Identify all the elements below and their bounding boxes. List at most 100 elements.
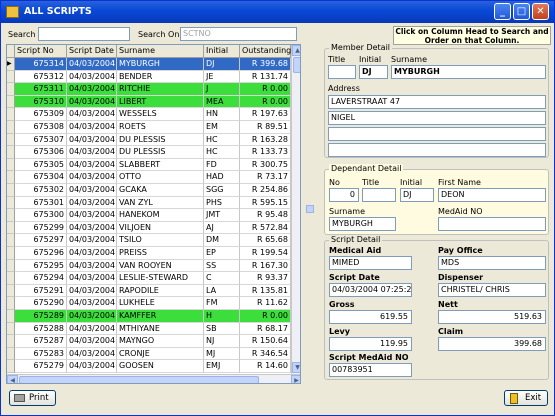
dependant-title-field[interactable] [362, 188, 396, 202]
cell-initial: NJ [204, 335, 240, 348]
member-surname-field[interactable]: MYBURGH [391, 65, 546, 79]
row-indicator[interactable] [7, 221, 15, 235]
table-row[interactable]: 675307 04/03/2004 DU PLESSIS HC R 163.28 [7, 133, 291, 147]
splitter-handle[interactable] [306, 205, 314, 213]
claim-field[interactable]: 399.68 [438, 337, 546, 351]
row-indicator[interactable] [7, 95, 15, 109]
address-line-1[interactable]: LAVERSTRAAT 47 [328, 95, 546, 109]
table-row[interactable]: 675299 04/03/2004 VILJOEN AJ R 572.84 [7, 221, 291, 235]
row-indicator[interactable] [7, 108, 15, 121]
dependant-medaid-field[interactable] [438, 217, 546, 231]
row-indicator[interactable] [7, 121, 15, 134]
member-title-field[interactable] [328, 65, 356, 79]
scroll-right-icon[interactable]: ▶ [291, 375, 300, 383]
table-row[interactable]: 675283 04/03/2004 CRONJE MJ R 346.54 [7, 347, 291, 361]
table-row[interactable]: 675308 04/03/2004 ROETS EM R 89.51 [7, 121, 291, 134]
cell-initial: AJ [204, 221, 240, 235]
table-row[interactable]: 675291 04/03/2004 RAPODILE LA R 135.81 [7, 284, 291, 298]
script-medaid-no-field[interactable]: 00783951 [329, 363, 412, 377]
dependant-surname-field[interactable]: MYBURGH [329, 217, 396, 231]
maximize-button[interactable]: □ [513, 3, 530, 20]
row-indicator[interactable] [7, 133, 15, 147]
row-indicator[interactable] [7, 272, 15, 285]
gross-field[interactable]: 619.55 [329, 310, 412, 324]
dependant-no-field[interactable]: 0 [329, 188, 359, 202]
table-row[interactable]: 675306 04/03/2004 DU PLESSIS HC R 133.73 [7, 146, 291, 159]
table-row[interactable]: 675295 04/03/2004 VAN ROOYEN SS R 167.30 [7, 259, 291, 273]
medical-aid-field[interactable]: MIMED [329, 256, 412, 270]
row-indicator[interactable] [7, 234, 15, 247]
search-input[interactable] [38, 27, 130, 41]
print-button[interactable]: Print [9, 390, 56, 406]
row-indicator[interactable] [7, 347, 15, 361]
scroll-left-icon[interactable]: ◀ [7, 375, 18, 383]
table-row[interactable]: 675294 04/03/2004 LESLIE-STEWARD C R 93.37 [7, 272, 291, 285]
row-indicator[interactable] [7, 70, 15, 84]
table-row[interactable]: 675312 04/03/2004 BENDER JE R 131.74 [7, 70, 291, 84]
table-row[interactable]: 675290 04/03/2004 LUKHELE FM R 11.62 [7, 297, 291, 310]
table-row[interactable]: 675297 04/03/2004 TSILO DM R 65.68 [7, 234, 291, 247]
nett-field[interactable]: 519.63 [438, 310, 546, 324]
table-row[interactable]: 675304 04/03/2004 OTTO HAD R 73.17 [7, 171, 291, 184]
vertical-scroll-thumb[interactable] [293, 57, 300, 73]
row-indicator[interactable] [7, 158, 15, 172]
cell-amount: R 254.86 [240, 184, 291, 197]
row-indicator[interactable] [7, 146, 15, 159]
row-indicator[interactable] [7, 247, 15, 260]
table-row[interactable]: 675287 04/03/2004 MAYNGO NJ R 150.64 [7, 335, 291, 348]
dependant-firstname-field[interactable]: DEON [438, 188, 546, 202]
close-button[interactable]: ✕ [532, 3, 549, 20]
scroll-down-icon[interactable]: ▼ [292, 362, 300, 373]
grid-vertical-scrollbar[interactable]: ▲ ▼ [291, 45, 300, 374]
table-row[interactable]: 675289 04/03/2004 KAMFFER H R 0.00 [7, 310, 291, 323]
row-indicator[interactable] [7, 310, 15, 323]
levy-field[interactable]: 119.95 [329, 337, 412, 351]
dispenser-field[interactable]: CHRISTEL/ CHRIS [438, 283, 546, 297]
row-indicator[interactable] [7, 196, 15, 210]
table-row[interactable]: 675302 04/03/2004 GCAKA SGG R 254.86 [7, 184, 291, 197]
cell-amount: R 0.00 [240, 95, 291, 109]
column-header-outstanding[interactable]: Outstanding [240, 45, 291, 58]
dependant-initial-field[interactable]: DJ [400, 188, 434, 202]
table-row[interactable]: 675305 04/03/2004 SLABBERT FD R 300.75 [7, 158, 291, 172]
row-indicator[interactable] [7, 335, 15, 348]
row-indicator[interactable] [7, 184, 15, 197]
scripts-grid[interactable]: Script No Script Date Surname Initial Ou… [6, 44, 301, 384]
table-row[interactable]: 675309 04/03/2004 WESSELS HN R 197.63 [7, 108, 291, 121]
table-row[interactable]: 675288 04/03/2004 MTHIYANE SB R 68.17 [7, 322, 291, 336]
table-row[interactable]: 675301 04/03/2004 VAN ZYL PHS R 595.15 [7, 196, 291, 210]
column-header-script-date[interactable]: Script Date [67, 45, 117, 58]
address-line-4[interactable] [328, 127, 546, 141]
row-indicator[interactable] [7, 259, 15, 273]
column-header-script-no[interactable]: Script No [15, 45, 67, 58]
row-indicator[interactable] [7, 171, 15, 184]
horizontal-scroll-thumb[interactable] [19, 376, 259, 383]
address-line-5[interactable] [328, 143, 546, 157]
row-indicator[interactable]: ▶ [7, 58, 15, 71]
row-indicator[interactable] [7, 284, 15, 298]
cell-initial: H [204, 310, 240, 323]
cell-surname: VAN ROOYEN [117, 259, 204, 273]
exit-button[interactable]: Exit [504, 390, 548, 406]
row-indicator[interactable] [7, 297, 15, 310]
row-indicator[interactable] [7, 209, 15, 222]
column-header-initial[interactable]: Initial [204, 45, 240, 58]
table-row[interactable]: 675310 04/03/2004 LIBERT MEA R 0.00 [7, 95, 291, 109]
row-indicator[interactable] [7, 322, 15, 336]
table-row[interactable]: 675296 04/03/2004 PREISS EP R 199.54 [7, 247, 291, 260]
column-header-surname[interactable]: Surname [117, 45, 204, 58]
row-indicator[interactable] [7, 83, 15, 96]
address-line-nigel[interactable]: NIGEL [328, 111, 546, 125]
pay-office-field[interactable]: MDS [438, 256, 546, 270]
table-row[interactable]: ▶ 675314 04/03/2004 MYBURGH DJ R 399.68 [7, 58, 291, 71]
cell-initial: MJ [204, 347, 240, 361]
member-initial-field[interactable]: DJ [359, 65, 388, 79]
table-row[interactable]: 675300 04/03/2004 HANEKOM JMT R 95.48 [7, 209, 291, 222]
row-indicator[interactable] [7, 360, 15, 373]
table-row[interactable]: 675311 04/03/2004 RITCHIE J R 0.00 [7, 83, 291, 96]
table-row[interactable]: 675279 04/03/2004 GOOSEN EMJ R 14.60 [7, 360, 291, 373]
script-date-field[interactable]: 04/03/2004 07:25:2 [329, 283, 412, 297]
scroll-up-icon[interactable]: ▲ [292, 45, 300, 56]
minimize-button[interactable]: _ [494, 3, 511, 20]
grid-horizontal-scrollbar[interactable]: ◀ ▶ [7, 374, 300, 383]
